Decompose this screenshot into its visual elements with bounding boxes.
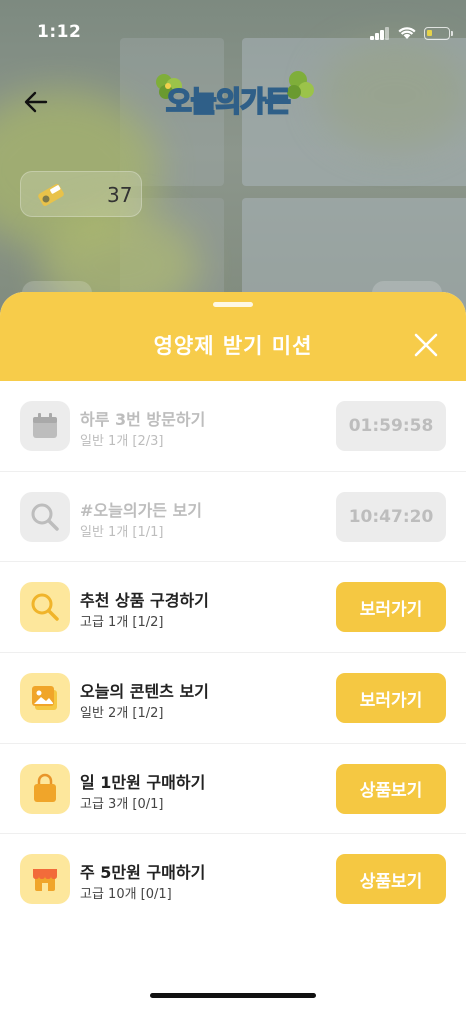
shopping-bag-icon [20,763,70,814]
image-icon [20,673,70,724]
mission-row: 주 5만원 구매하기 고급 10개 [0/1] 상품보기 [0,834,466,925]
wifi-icon [398,27,416,39]
mission-title: 주 5만원 구매하기 [80,863,206,883]
cellular-signal-icon [370,27,390,40]
mission-reward: 고급 10개 [0/1] [80,887,172,903]
sheet-header: 영양제 받기 미션 [0,292,466,381]
mission-sheet: 영양제 받기 미션 하루 3번 방문하기 일반 1개 [2/3] 01:59:5… [0,292,466,1009]
view-products-button[interactable]: 상품보기 [336,763,446,814]
status-bar: 1:12 [0,0,466,66]
mission-title: #오늘의가든 보기 [80,500,203,520]
battery-icon [424,27,453,40]
mission-reward: 일반 2개 [1/2] [80,706,164,722]
status-time: 1:12 [37,22,82,42]
mission-timer: 10:47:20 [336,491,446,542]
calendar-icon [20,401,70,451]
logo-text: 오늘의가든 [165,84,292,119]
nutrient-counter[interactable]: 37 [20,171,142,217]
mission-row: 하루 3번 방문하기 일반 1개 [2/3] 01:59:58 [0,381,466,472]
mission-list: 하루 3번 방문하기 일반 1개 [2/3] 01:59:58 #오늘의가든 보… [0,381,466,925]
mission-title: 하루 3번 방문하기 [80,410,206,429]
close-icon[interactable] [413,332,439,358]
go-button[interactable]: 보러가기 [336,582,446,633]
view-products-button[interactable]: 상품보기 [336,854,446,905]
mission-title: 추천 상품 구경하기 [80,591,209,611]
mission-reward: 고급 1개 [1/2] [80,615,164,631]
counter-value: 37 [107,183,133,207]
back-arrow-icon[interactable] [22,88,50,116]
go-button[interactable]: 보러가기 [336,673,446,724]
search-icon [20,582,70,633]
mission-title: 일 1만원 구매하기 [80,772,206,792]
mission-row: 추천 상품 구경하기 고급 1개 [1/2] 보러가기 [0,562,466,654]
mission-title: 오늘의 콘텐츠 보기 [80,682,209,702]
mission-reward: 고급 3개 [0/1] [80,796,164,812]
mission-row: 일 1만원 구매하기 고급 3개 [0/1] 상품보기 [0,744,466,835]
mission-timer: 01:59:58 [336,401,446,451]
search-icon [20,491,70,542]
nutrient-ticket-icon [38,184,64,206]
sheet-grabber[interactable] [213,302,253,307]
home-indicator[interactable] [150,993,316,998]
app-logo: 오늘의가든 [150,66,320,132]
store-icon [20,854,70,905]
mission-row: 오늘의 콘텐츠 보기 일반 2개 [1/2] 보러가기 [0,653,466,744]
mission-row: #오늘의가든 보기 일반 1개 [1/1] 10:47:20 [0,472,466,563]
mission-reward: 일반 1개 [1/1] [80,524,164,540]
sheet-title: 영양제 받기 미션 [153,334,313,358]
mission-reward: 일반 1개 [2/3] [80,434,164,449]
